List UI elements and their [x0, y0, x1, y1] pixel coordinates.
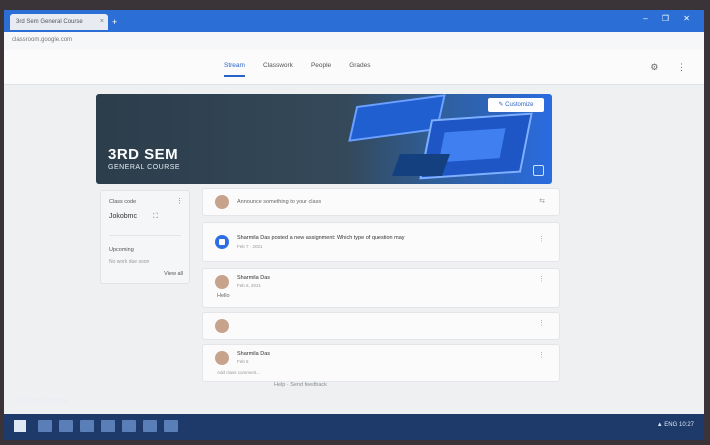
post-date: Feb 6, 2021 — [237, 283, 262, 288]
system-tray[interactable]: ▲ ENG 10:27 — [657, 422, 694, 428]
class-banner: ✎ Customize 3RD SEM GENERAL COURSE — [96, 94, 552, 184]
assignment-icon — [215, 235, 229, 249]
avatar — [215, 319, 229, 333]
laptop-illustration — [391, 154, 451, 176]
post-author: Sharmila Das — [237, 275, 271, 281]
chrome-icon[interactable] — [101, 420, 115, 432]
class-subtitle: GENERAL COURSE — [108, 164, 181, 171]
post-body: Hello — [217, 293, 230, 299]
folder-icon[interactable] — [80, 420, 94, 432]
class-code-panel: Class code ⋮ Jokobmc ⛶ Upcoming No work … — [100, 190, 190, 284]
tab-grades[interactable]: Grades — [349, 62, 370, 77]
view-all-link[interactable]: View all — [164, 271, 183, 277]
stream-post[interactable]: ⋮ — [202, 312, 560, 340]
more-icon[interactable]: ⋮ — [538, 235, 545, 243]
search-icon[interactable] — [38, 420, 52, 432]
announce-box[interactable]: Announce something to your class ⇆ — [202, 188, 560, 216]
more-icon[interactable]: ⋮ — [538, 275, 545, 283]
screen: 3rd Sem General Course × + – ❐ ✕ classro… — [4, 10, 704, 440]
avatar — [215, 195, 229, 209]
tab-people[interactable]: People — [311, 62, 331, 77]
repost-icon[interactable]: ⇆ — [539, 197, 545, 205]
classroom-header: Stream Classwork People Grades ⚙ ⋮ — [4, 50, 704, 85]
tab-stream[interactable]: Stream — [224, 62, 245, 77]
browser-tab-strip: 3rd Sem General Course × + – ❐ ✕ — [4, 10, 704, 32]
camera-watermark: Shot on Redmi — [14, 396, 67, 405]
tab-close-icon[interactable]: × — [100, 14, 104, 30]
upcoming-label: Upcoming — [109, 247, 134, 253]
avatar — [215, 275, 229, 289]
browser-tab[interactable]: 3rd Sem General Course × — [10, 14, 108, 30]
store-icon[interactable] — [122, 420, 136, 432]
stream-post[interactable]: Sharmila Das Feb 5 Add class comment... … — [202, 344, 560, 382]
stream-post[interactable]: Sharmila Das Feb 6, 2021 Hello ⋮ — [202, 268, 560, 308]
stream-post[interactable]: Sharmila Das posted a new assignment: Wh… — [202, 222, 560, 262]
post-author: Sharmila Das — [237, 351, 271, 357]
class-code-label: Class code — [109, 199, 137, 205]
tab-classwork[interactable]: Classwork — [263, 62, 293, 77]
post-date: Feb 7 · 2021 — [237, 244, 263, 249]
windows-start-icon[interactable] — [14, 420, 26, 432]
settings-icon[interactable]: ⚙ ⋮ — [650, 62, 694, 73]
app-icon[interactable] — [164, 420, 178, 432]
announce-placeholder: Announce something to your class — [237, 199, 322, 205]
fullscreen-icon[interactable]: ⛶ — [153, 213, 158, 221]
browser-tab-title: 3rd Sem General Course — [16, 19, 83, 25]
task-view-icon[interactable] — [59, 420, 73, 432]
divider — [109, 235, 181, 236]
more-icon[interactable]: ⋮ — [176, 197, 183, 205]
post-date: Feb 5 — [237, 359, 249, 364]
upcoming-text: No work due soon — [109, 259, 150, 265]
windows-taskbar: ▲ ENG 10:27 — [4, 414, 704, 440]
new-tab-button[interactable]: + — [112, 16, 126, 28]
customize-button[interactable]: ✎ Customize — [488, 98, 544, 112]
more-icon[interactable]: ⋮ — [538, 319, 545, 327]
avatar — [215, 351, 229, 365]
taskbar-apps — [38, 420, 178, 432]
window-controls[interactable]: – ❐ ✕ — [643, 14, 696, 23]
browser-toolbar: classroom.google.com — [4, 32, 704, 51]
class-title: 3RD SEM — [108, 146, 179, 163]
address-bar[interactable]: classroom.google.com — [12, 35, 82, 46]
info-icon[interactable] — [533, 165, 544, 176]
app-icon[interactable] — [143, 420, 157, 432]
footer-link[interactable]: Help · Send feedback — [274, 382, 327, 388]
class-code-value: Jokobmc — [109, 213, 138, 220]
more-icon[interactable]: ⋮ — [538, 351, 545, 359]
post-text: Sharmila Das posted a new assignment: Wh… — [237, 235, 405, 241]
class-comment-link[interactable]: Add class comment... — [217, 370, 260, 375]
class-nav: Stream Classwork People Grades — [224, 62, 371, 77]
